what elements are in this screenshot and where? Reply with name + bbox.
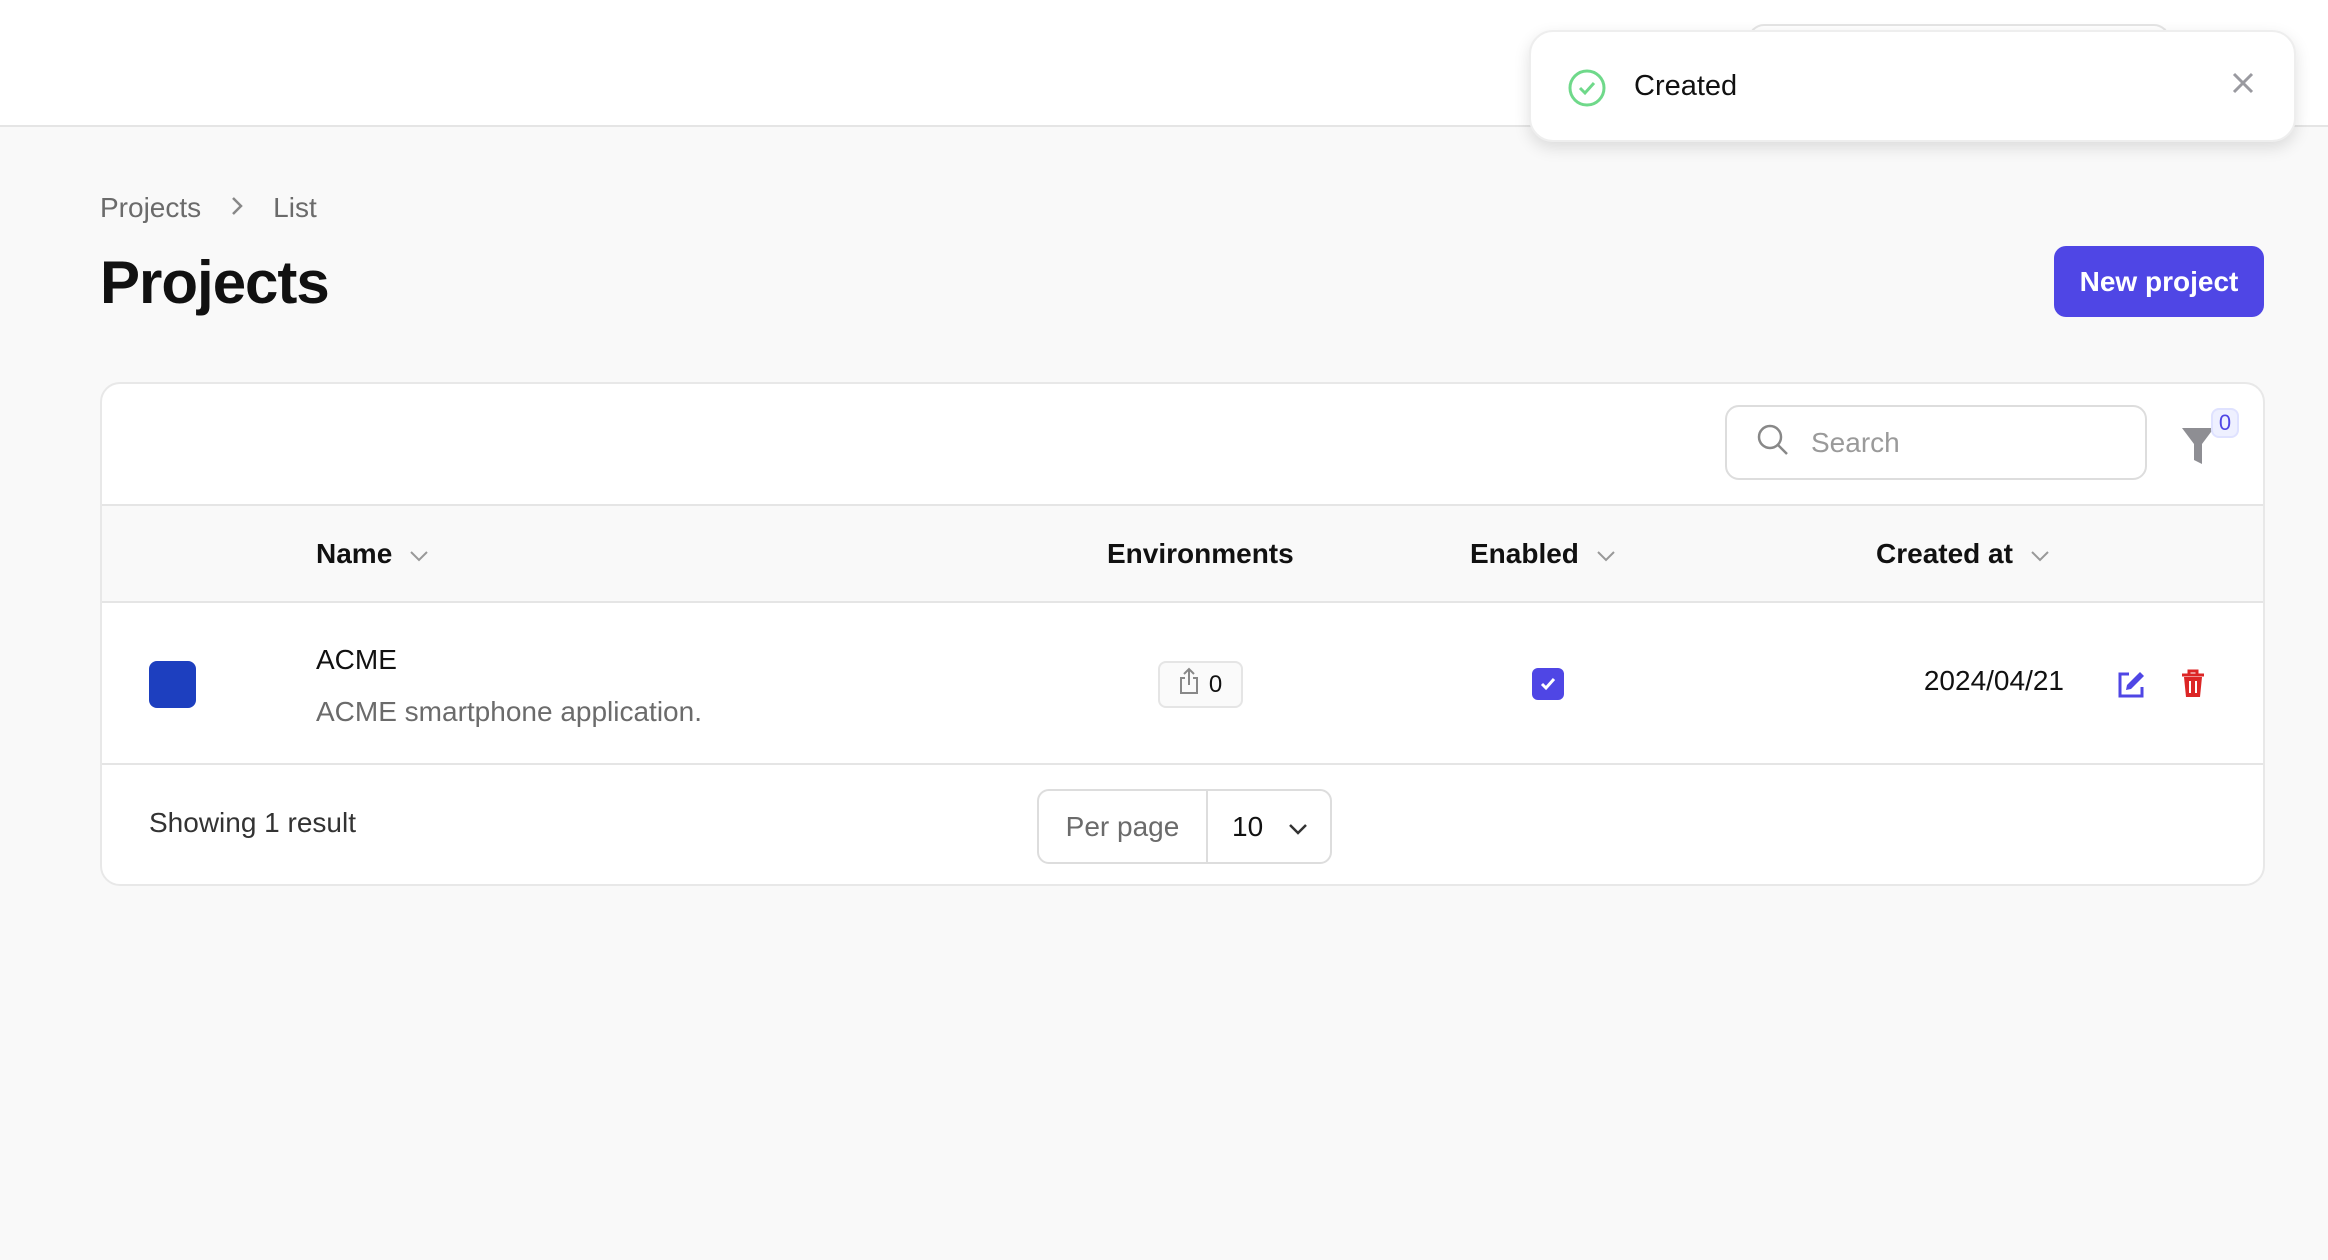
trash-icon[interactable] [2180,669,2206,704]
new-project-button[interactable]: New project [2054,246,2264,317]
check-circle-icon [1567,68,1607,113]
column-label: Enabled [1470,538,1579,569]
filter-count-badge: 0 [2211,408,2239,438]
per-page-label: Per page [1039,791,1208,862]
chevron-down-icon [2029,538,2051,570]
breadcrumb-list: List [273,192,317,223]
close-icon[interactable] [2228,68,2258,103]
project-name: ACME [316,644,397,675]
chevron-right-icon [229,192,245,224]
share-icon [1179,667,1199,702]
column-header-environments: Environments [1107,538,1294,570]
table-header: Name Environments Enabled Created at [102,504,2263,603]
toast-notification: Created [1529,30,2296,142]
breadcrumb: Projects List [100,192,317,224]
enabled-checkbox[interactable] [1532,668,1564,700]
page-title: Projects [100,249,330,316]
per-page-select[interactable]: Per page 10 [1037,789,1332,864]
project-color-swatch [149,661,196,708]
created-at: 2024/04/21 [1923,665,2064,696]
search-icon [1755,422,1791,463]
checkmark-icon [1540,678,1556,691]
chevron-down-icon [1595,538,1617,570]
column-header-enabled[interactable]: Enabled [1470,538,1617,570]
toast-message: Created [1634,70,1738,102]
column-label: Environments [1107,538,1294,569]
table-footer: Showing 1 result Per page 10 [102,765,2263,884]
per-page-dropdown[interactable]: 10 [1208,791,1330,862]
chevron-down-icon [408,538,430,570]
edit-icon[interactable] [2116,669,2146,704]
column-label: Name [316,538,393,569]
breadcrumb-projects[interactable]: Projects [100,192,201,224]
table-row[interactable]: ACME ACME smartphone application. 0 2024… [102,603,2263,765]
project-description: ACME smartphone application. [316,696,702,727]
results-count: Showing 1 result [149,807,357,838]
environments-count-badge[interactable]: 0 [1158,661,1243,708]
search-field[interactable] [1725,405,2147,480]
column-header-name[interactable]: Name [316,538,430,570]
column-label: Created at [1876,538,2013,569]
per-page-value: 10 [1232,810,1264,842]
environments-count: 0 [1208,670,1223,698]
search-input[interactable] [1811,426,2131,459]
chevron-down-icon [1287,811,1309,843]
column-header-created-at[interactable]: Created at [1876,538,2051,570]
projects-table-card: 0 Name Environments Enabled Created at A… [100,382,2265,886]
